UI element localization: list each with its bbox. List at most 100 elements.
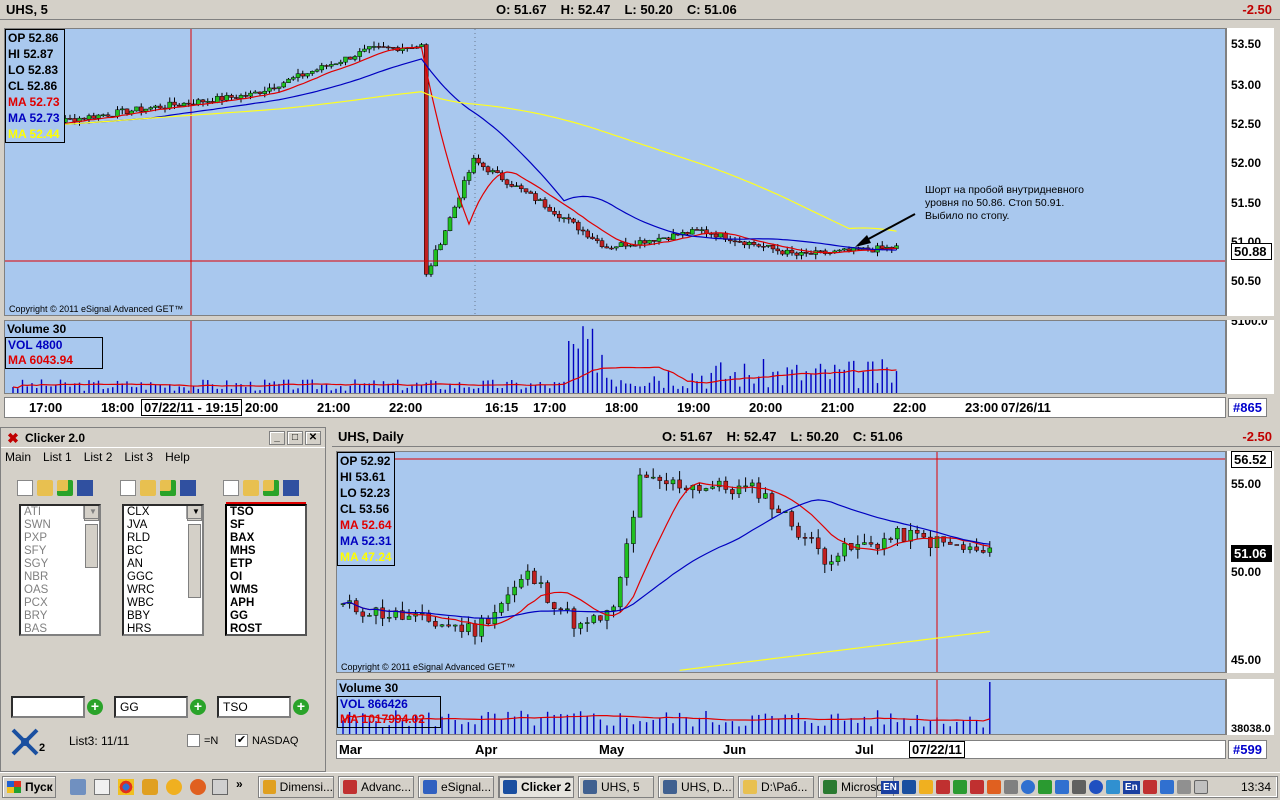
tray-icon[interactable]	[986, 780, 1001, 794]
ticker-list-item[interactable]: ETP	[227, 558, 305, 571]
save-icon[interactable]	[283, 480, 299, 496]
ticker-list-item[interactable]: OAS	[21, 584, 99, 597]
clock[interactable]: 13:34	[1241, 780, 1271, 794]
quicklaunch-icon[interactable]	[166, 779, 182, 795]
ticker-list-item[interactable]: BAS	[21, 623, 99, 634]
price-plot[interactable]: OP 52.92 HI 53.61 LO 52.23 CL 53.56 MA 52.…	[336, 451, 1226, 673]
chrome-icon[interactable]	[118, 779, 134, 795]
list-scrollbar[interactable]: ▲▼	[83, 506, 99, 568]
chart-window-intraday[interactable]: UHS, 5 O: 51.67 H: 52.47 L: 50.20 C: 51.…	[0, 0, 1280, 420]
task-advanced[interactable]: Advanc...	[338, 776, 414, 798]
add-ticker-3-button[interactable]: +	[293, 699, 309, 715]
firefox-icon[interactable]	[190, 779, 206, 795]
ticker-list-item[interactable]: BAX	[227, 532, 305, 545]
add-folder-icon[interactable]	[263, 480, 279, 496]
tray-icon[interactable]	[1020, 780, 1035, 794]
price-plot[interactable]: OP 52.86 HI 52.87 LO 52.83 CL 52.86 MA 52.…	[4, 28, 1226, 316]
network-icon[interactable]	[1176, 780, 1191, 794]
tray-icon[interactable]	[935, 780, 950, 794]
bluetooth-icon[interactable]	[1088, 780, 1103, 794]
price-axis[interactable]: 53.50 53.00 52.50 52.00 51.50 51.00 50.8…	[1226, 28, 1274, 316]
tray-icon[interactable]	[901, 780, 916, 794]
quicklaunch-icon[interactable]	[70, 779, 86, 795]
menu-main[interactable]: Main	[5, 450, 31, 464]
close-button[interactable]: ✕	[305, 430, 321, 445]
clicker-titlebar[interactable]: ✖ Clicker 2.0 _ □ ✕	[1, 428, 325, 448]
tray-icon[interactable]	[918, 780, 933, 794]
ticker-input-3[interactable]: TSO	[217, 696, 291, 718]
new-file-icon[interactable]	[17, 480, 33, 496]
save-icon[interactable]	[180, 480, 196, 496]
nasdaq-check[interactable]: ✔	[235, 734, 248, 747]
menu-list3[interactable]: List 3	[124, 450, 153, 464]
ticker-list-item[interactable]: NBR	[21, 571, 99, 584]
scroll-thumb[interactable]	[85, 524, 98, 568]
date-axis[interactable]: Mar Apr May Jun Jul 07/22/11	[336, 740, 1226, 759]
task-uhs-5[interactable]: UHS, 5	[578, 776, 654, 798]
ticker-list-1[interactable]: ATISWNPXPSFYSGYNBROASPCXBRYBASPTENUPLVRX…	[19, 504, 101, 636]
menu-help[interactable]: Help	[165, 450, 190, 464]
language-indicator[interactable]: EN	[881, 780, 899, 794]
ticker-list-item[interactable]: BRY	[21, 610, 99, 623]
task-explorer[interactable]: D:\Раб...	[738, 776, 814, 798]
ticker-list-3[interactable]: TSOSFBAXMHSETPOIWMSAPHGGROSTUHS	[225, 504, 307, 636]
language-indicator-2[interactable]: En	[1122, 780, 1140, 794]
list-scrollbar[interactable]: ▲▼	[186, 506, 202, 598]
add-folder-icon[interactable]	[57, 480, 73, 496]
ticker-list-item[interactable]: TSO	[227, 506, 305, 519]
volume-plot[interactable]: Volume 30 VOL 866426 MA 1017994.02	[336, 679, 1226, 735]
quicklaunch-icon[interactable]	[212, 779, 228, 795]
quicklaunch-icon[interactable]	[94, 779, 110, 795]
task-clicker[interactable]: Clicker 2	[498, 776, 574, 798]
clicker-window[interactable]: ✖ Clicker 2.0 _ □ ✕ Main List 1 List 2 L…	[0, 427, 326, 772]
start-button[interactable]: Пуск	[2, 776, 56, 798]
quicklaunch-more-icon[interactable]: »	[236, 777, 243, 791]
menu-list1[interactable]: List 1	[43, 450, 72, 464]
ticker-list-item[interactable]: BBY	[124, 610, 202, 623]
save-icon[interactable]	[77, 480, 93, 496]
add-ticker-1-button[interactable]: +	[87, 699, 103, 715]
task-dimension[interactable]: Dimensi...	[258, 776, 334, 798]
open-folder-icon[interactable]	[243, 480, 259, 496]
ticker-list-item[interactable]: HRS	[124, 623, 202, 634]
ticker-input-1[interactable]	[11, 696, 85, 718]
ticker-list-item[interactable]: WMS	[227, 584, 305, 597]
minimize-button[interactable]: _	[269, 430, 285, 445]
maximize-button[interactable]: □	[287, 430, 303, 445]
ticker-input-2[interactable]: GG	[114, 696, 188, 718]
equal-n-check[interactable]	[187, 734, 200, 747]
tray-icon[interactable]	[969, 780, 984, 794]
new-file-icon[interactable]	[120, 480, 136, 496]
ticker-list-item[interactable]: SF	[227, 519, 305, 532]
time-axis[interactable]: 17:00 18:00 07/22/11 - 19:15 20:00 21:00…	[4, 397, 1226, 418]
volume-icon[interactable]	[1193, 780, 1208, 794]
add-ticker-2-button[interactable]: +	[190, 699, 206, 715]
tray-icon[interactable]	[952, 780, 967, 794]
tray-icon[interactable]	[1159, 780, 1174, 794]
tray-icon[interactable]	[1003, 780, 1018, 794]
ticker-list-item[interactable]: MHS	[227, 545, 305, 558]
ticker-list-item[interactable]: APH	[227, 597, 305, 610]
scroll-thumb[interactable]	[188, 524, 201, 598]
chart-window-daily[interactable]: UHS, Daily O: 51.67 H: 52.47 L: 50.20 C:…	[332, 427, 1280, 772]
open-folder-icon[interactable]	[37, 480, 53, 496]
tray-icon[interactable]	[1071, 780, 1086, 794]
new-file-icon[interactable]	[223, 480, 239, 496]
task-uhs-daily[interactable]: UHS, D...	[658, 776, 734, 798]
task-esignal[interactable]: eSignal...	[418, 776, 494, 798]
tray-icon[interactable]	[1054, 780, 1069, 794]
volume-plot[interactable]: Volume 30 VOL 4800 MA 6043.94	[4, 320, 1226, 394]
quicklaunch-icon[interactable]	[142, 779, 158, 795]
equal-n-checkbox[interactable]: =N	[187, 734, 218, 747]
scroll-down-icon[interactable]: ▼	[187, 506, 202, 519]
ticker-list-2[interactable]: CLXJVARLDBCANGGCWRCWBCBBYHRSWMSAVTPNCLAZ…	[122, 504, 204, 636]
open-folder-icon[interactable]	[140, 480, 156, 496]
ticker-list-item[interactable]: GG	[227, 610, 305, 623]
price-axis[interactable]: 56.52 55.00 51.06 50.00 45.00	[1226, 451, 1274, 673]
nasdaq-checkbox[interactable]: ✔ NASDAQ	[235, 734, 298, 747]
add-folder-icon[interactable]	[160, 480, 176, 496]
ticker-list-item[interactable]: PCX	[21, 597, 99, 610]
tray-icon[interactable]	[1037, 780, 1052, 794]
ticker-list-item[interactable]: ROST	[227, 623, 305, 634]
ticker-list-item[interactable]: WBC	[124, 597, 202, 610]
